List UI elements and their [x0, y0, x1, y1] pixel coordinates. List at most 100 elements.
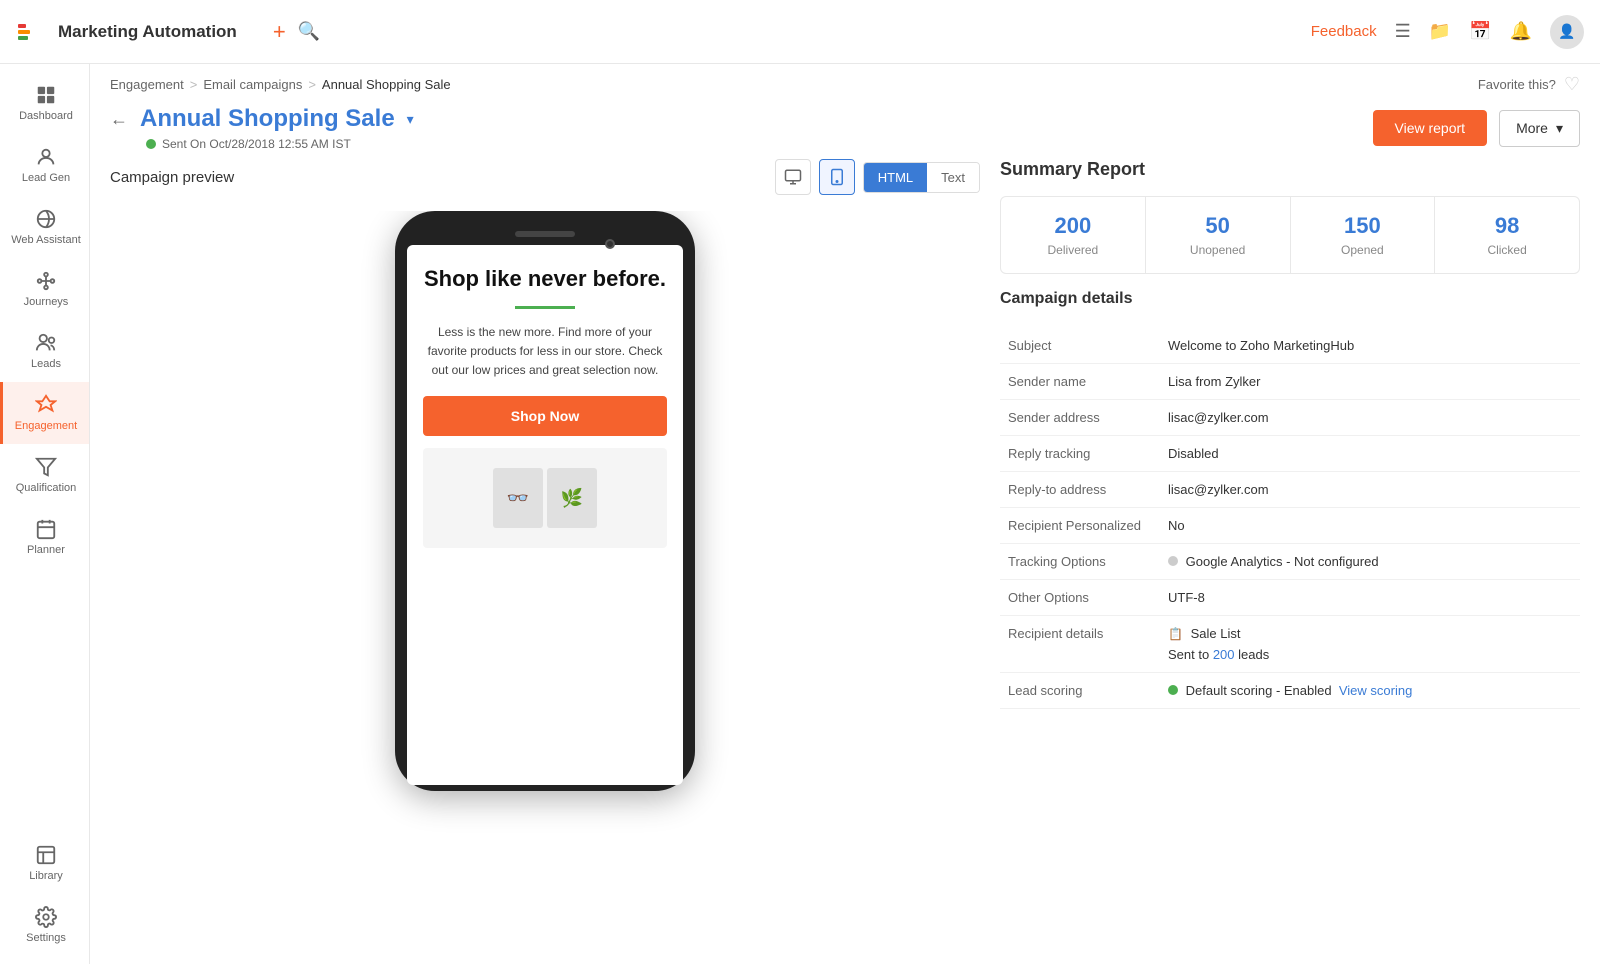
back-button[interactable]: ← — [110, 109, 128, 130]
stat-opened-label: Opened — [1299, 243, 1427, 257]
html-format-button[interactable]: HTML — [864, 163, 927, 192]
text-format-button[interactable]: Text — [927, 163, 979, 192]
sent-to-count-link[interactable]: 200 — [1213, 647, 1235, 662]
body-panels: Campaign preview HTML Text — [90, 159, 1600, 964]
table-row: Recipient Personalized No — [1000, 508, 1580, 544]
sidebar-item-settings[interactable]: Settings — [0, 894, 89, 956]
detail-value-recipient: 📋 Sale List Sent to 200 leads — [1160, 616, 1580, 673]
view-report-button[interactable]: View report — [1373, 110, 1488, 146]
calendar-icon[interactable]: 📅 — [1469, 21, 1491, 42]
details-title: Campaign details — [1000, 290, 1580, 308]
list-icon[interactable]: ☰ — [1395, 21, 1411, 42]
more-dropdown-icon: ▾ — [1556, 120, 1563, 137]
phone-speaker — [515, 231, 575, 237]
title-row: ← Annual Shopping Sale ▾ — [110, 105, 414, 133]
stat-clicked-value: 98 — [1443, 213, 1571, 239]
phone-screen: Shop like never before. Less is the new … — [407, 245, 683, 785]
preview-panel: Campaign preview HTML Text — [110, 159, 980, 944]
detail-value-subject: Welcome to Zoho MarketingHub — [1160, 328, 1580, 364]
breadcrumb-engagement[interactable]: Engagement — [110, 77, 184, 92]
email-divider — [515, 306, 575, 309]
main-layout: Dashboard Lead Gen Web Assistant Journey… — [0, 64, 1600, 964]
breadcrumb-current: Annual Shopping Sale — [322, 77, 451, 92]
status-text: Sent On Oct/28/2018 12:55 AM IST — [162, 137, 351, 151]
sidebar-item-library[interactable]: Library — [0, 832, 89, 894]
stat-opened-value: 150 — [1299, 213, 1427, 239]
email-headline: Shop like never before. — [423, 265, 667, 294]
detail-value-lead-scoring: Default scoring - Enabled View scoring — [1160, 673, 1580, 709]
sidebar-label-journeys: Journeys — [24, 296, 69, 308]
preview-header: Campaign preview HTML Text — [110, 159, 980, 195]
detail-label-reply-tracking: Reply tracking — [1000, 436, 1160, 472]
sidebar-item-engagement[interactable]: Engagement — [0, 382, 89, 444]
more-label: More — [1516, 120, 1548, 136]
product-image-2: 🌿 — [547, 468, 597, 528]
detail-label-recipient: Recipient details — [1000, 616, 1160, 673]
desktop-view-button[interactable] — [775, 159, 811, 195]
recipient-list: 📋 Sale List — [1168, 626, 1572, 641]
phone-container: Shop like never before. Less is the new … — [110, 211, 980, 944]
breadcrumb-email-campaigns[interactable]: Email campaigns — [203, 77, 302, 92]
feedback-link[interactable]: Feedback — [1311, 23, 1377, 40]
stats-row: 200 Delivered 50 Unopened 150 Opened 98 … — [1000, 196, 1580, 274]
mobile-view-button[interactable] — [819, 159, 855, 195]
stat-unopened-value: 50 — [1154, 213, 1282, 239]
sidebar-item-lead-gen[interactable]: Lead Gen — [0, 134, 89, 196]
sale-list-icon: 📋 — [1168, 627, 1183, 641]
view-scoring-link[interactable]: View scoring — [1339, 683, 1412, 698]
more-button[interactable]: More ▾ — [1499, 110, 1580, 147]
details-table: Subject Welcome to Zoho MarketingHub Sen… — [1000, 328, 1580, 709]
detail-value-sender-address: lisac@zylker.com — [1160, 400, 1580, 436]
preview-controls: HTML Text — [775, 159, 980, 195]
page-header-left: ← Annual Shopping Sale ▾ Sent On Oct/28/… — [110, 105, 414, 151]
stat-delivered-label: Delivered — [1009, 243, 1137, 257]
email-body-text: Less is the new more. Find more of your … — [423, 323, 667, 381]
tracking-status-icon — [1168, 556, 1178, 566]
breadcrumb: Engagement > Email campaigns > Annual Sh… — [110, 77, 451, 92]
sidebar-item-journeys[interactable]: Journeys — [0, 258, 89, 320]
page-header-actions: View report More ▾ — [1373, 110, 1581, 147]
table-row: Reply tracking Disabled — [1000, 436, 1580, 472]
page-header: ← Annual Shopping Sale ▾ Sent On Oct/28/… — [90, 95, 1600, 159]
table-row: Sender name Lisa from Zylker — [1000, 364, 1580, 400]
favorite-area: Favorite this? ♡ — [1478, 74, 1580, 95]
sidebar-item-dashboard[interactable]: Dashboard — [0, 72, 89, 134]
preview-title: Campaign preview — [110, 169, 234, 186]
email-content: Shop like never before. Less is the new … — [407, 245, 683, 568]
sidebar-item-qualification[interactable]: Qualification — [0, 444, 89, 506]
heart-icon[interactable]: ♡ — [1564, 74, 1580, 95]
breadcrumb-sep2: > — [308, 77, 316, 92]
detail-label-lead-scoring: Lead scoring — [1000, 673, 1160, 709]
page-title: Annual Shopping Sale — [140, 105, 395, 133]
detail-label-tracking: Tracking Options — [1000, 544, 1160, 580]
sidebar-label-settings: Settings — [26, 932, 66, 944]
sidebar-label-planner: Planner — [27, 544, 65, 556]
summary-panel: Summary Report 200 Delivered 50 Unopened… — [1000, 159, 1580, 944]
stat-clicked-label: Clicked — [1443, 243, 1571, 257]
search-icon[interactable]: 🔍 — [298, 21, 320, 42]
detail-label-sender-name: Sender name — [1000, 364, 1160, 400]
detail-label-reply-to: Reply-to address — [1000, 472, 1160, 508]
bell-icon[interactable]: 🔔 — [1510, 21, 1532, 42]
product-image-1: 👓 — [493, 468, 543, 528]
status-dot-icon — [146, 139, 156, 149]
product-images: 👓 🌿 — [493, 468, 597, 528]
format-toggle: HTML Text — [863, 162, 980, 193]
folder-icon[interactable]: 📁 — [1429, 21, 1451, 42]
avatar[interactable]: 👤 — [1550, 15, 1584, 49]
shop-now-button[interactable]: Shop Now — [423, 396, 667, 436]
sent-status: Sent On Oct/28/2018 12:55 AM IST — [146, 137, 414, 151]
detail-value-personalized: No — [1160, 508, 1580, 544]
app-logo-icon — [16, 16, 48, 48]
sidebar: Dashboard Lead Gen Web Assistant Journey… — [0, 64, 90, 964]
sidebar-item-planner[interactable]: Planner — [0, 506, 89, 568]
title-dropdown-icon[interactable]: ▾ — [407, 111, 414, 128]
detail-label-personalized: Recipient Personalized — [1000, 508, 1160, 544]
sidebar-item-leads[interactable]: Leads — [0, 320, 89, 382]
sidebar-label-engagement: Engagement — [15, 420, 77, 432]
table-row: Other Options UTF-8 — [1000, 580, 1580, 616]
add-button[interactable]: + — [273, 19, 286, 45]
stat-unopened-label: Unopened — [1154, 243, 1282, 257]
sidebar-label-leads: Leads — [31, 358, 61, 370]
sidebar-item-web-assistant[interactable]: Web Assistant — [0, 196, 89, 258]
